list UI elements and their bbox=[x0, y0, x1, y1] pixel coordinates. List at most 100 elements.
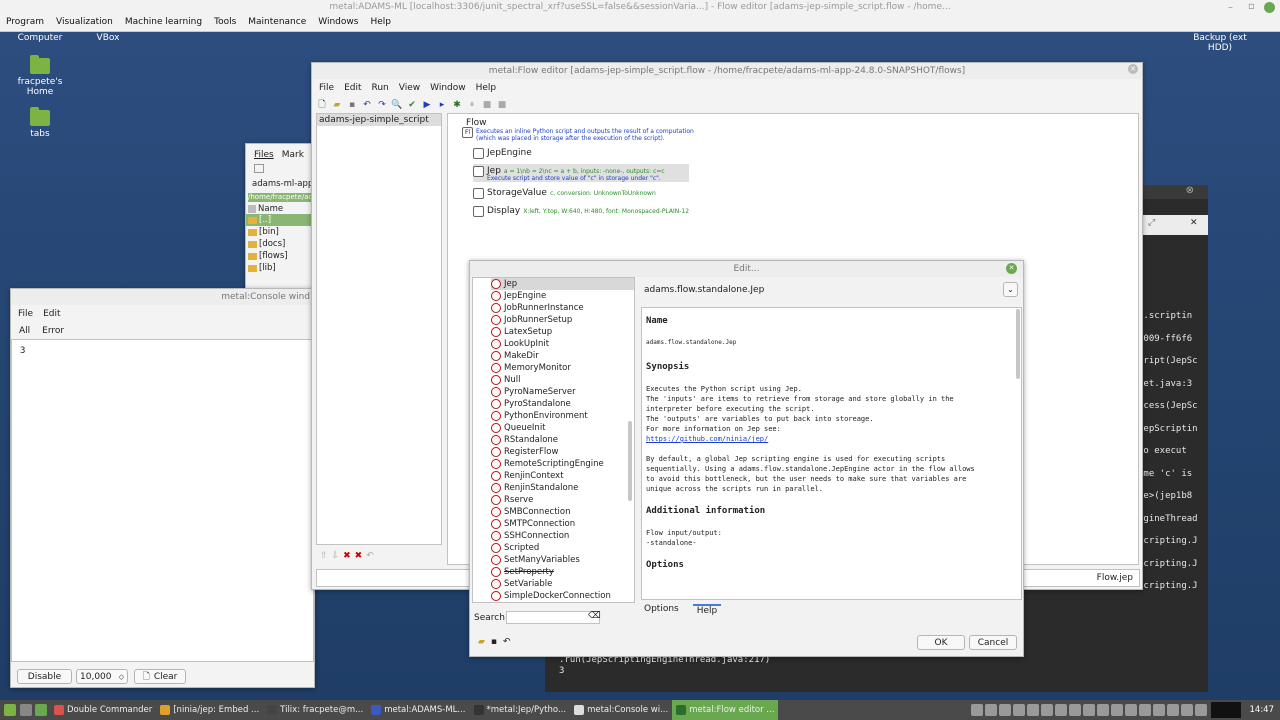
actor-list-item[interactable]: RenjinContext bbox=[491, 470, 634, 482]
file-list-item[interactable]: [..] bbox=[246, 214, 314, 226]
actor-list-item[interactable]: SetManyVariables bbox=[491, 554, 634, 566]
actor-list-item[interactable]: PythonEnvironment bbox=[491, 410, 634, 422]
undo-icon[interactable]: ↶ bbox=[366, 551, 374, 561]
tab-mark[interactable]: Mark bbox=[282, 150, 304, 160]
console-menu-file[interactable]: File bbox=[13, 309, 38, 319]
open-folder-icon[interactable]: ▰ bbox=[331, 99, 343, 111]
clear-button[interactable]: 🗋 Clear bbox=[134, 669, 186, 684]
tab-all[interactable]: All bbox=[19, 326, 30, 340]
screen-preview[interactable] bbox=[1210, 702, 1241, 718]
disk-icon[interactable] bbox=[254, 164, 264, 173]
run-icon[interactable]: ▶ bbox=[421, 99, 433, 111]
close-icon[interactable]: ⊗ bbox=[1186, 185, 1194, 196]
actor-list-item[interactable]: LatexSetup bbox=[491, 326, 634, 338]
actor-list-item[interactable]: RemoteScriptingEngine bbox=[491, 458, 634, 470]
run-selected-icon[interactable]: ▸ bbox=[436, 99, 448, 111]
actor-list-item[interactable]: SSHConnection bbox=[491, 530, 634, 542]
zoom-icon[interactable]: 🔍 bbox=[391, 99, 403, 111]
main-menu-help[interactable]: Help bbox=[364, 17, 397, 27]
search-input[interactable] bbox=[506, 611, 600, 624]
name-column-header[interactable]: Name bbox=[248, 204, 314, 214]
sync-icon[interactable] bbox=[1138, 704, 1151, 716]
actor-list-item[interactable]: Scripted bbox=[491, 542, 634, 554]
tab-error[interactable]: Error bbox=[42, 326, 64, 340]
move-down-icon[interactable]: ⇩ bbox=[332, 551, 340, 561]
remove-all-icon[interactable]: ✖ bbox=[355, 551, 363, 561]
flow-menu-view[interactable]: View bbox=[394, 83, 425, 93]
start-menu-icon[interactable] bbox=[4, 704, 16, 716]
actor-list-item[interactable]: LookUpInit bbox=[491, 338, 634, 350]
close-icon[interactable]: ✕ bbox=[1190, 218, 1198, 228]
file-list-item[interactable]: [lib] bbox=[246, 262, 314, 274]
taskbar-task[interactable]: metal:Flow editor ... bbox=[672, 700, 779, 720]
undo-icon[interactable]: ↶ bbox=[503, 637, 511, 647]
music-icon[interactable] bbox=[1110, 704, 1123, 716]
main-menu-machine-learning[interactable]: Machine learning bbox=[119, 17, 208, 27]
actor-list[interactable]: Jep JepEngine JobRunnerInstance JobRunnerSe… bbox=[472, 277, 635, 603]
taskbar-task[interactable]: Tilix: fracpete@m... bbox=[263, 700, 367, 720]
flow-node-storagevalue[interactable]: StorageValue c, conversion: UnknownToUnkn… bbox=[473, 186, 689, 200]
taskbar-task[interactable]: metal:ADAMS-ML... bbox=[367, 700, 469, 720]
flow-node-display[interactable]: Display X:left, Y:top, W:640, H:480, font… bbox=[473, 204, 689, 218]
flow-menu-run[interactable]: Run bbox=[367, 83, 394, 93]
taskbar-task[interactable]: [ninia/jep: Embed ... bbox=[156, 700, 263, 720]
main-menu-visualization[interactable]: Visualization bbox=[50, 17, 119, 27]
actor-list-item[interactable]: RegisterFlow bbox=[491, 446, 634, 458]
actor-list-item[interactable]: JobRunnerInstance bbox=[491, 302, 634, 314]
actor-list-scrollbar[interactable] bbox=[628, 421, 632, 501]
kill-icon[interactable]: ■ bbox=[496, 99, 508, 111]
move-up-icon[interactable]: ⇧ bbox=[320, 551, 328, 561]
file-list-item[interactable]: [docs] bbox=[246, 238, 314, 250]
tab-adams-jep-simple-script[interactable]: adams-jep-simple_script bbox=[317, 114, 441, 126]
bluetooth-icon[interactable] bbox=[1054, 704, 1067, 716]
file-list-item[interactable]: [flows] bbox=[246, 250, 314, 262]
actor-list-item[interactable]: SetVariable bbox=[491, 578, 634, 590]
file-list-item[interactable]: [bin] bbox=[246, 226, 314, 238]
taskbar-task[interactable]: Double Commander bbox=[50, 700, 156, 720]
actor-list-item[interactable]: RenjinStandalone bbox=[491, 482, 634, 494]
user-icon[interactable] bbox=[1096, 704, 1109, 716]
workspace-3-icon[interactable] bbox=[1180, 704, 1193, 716]
redo-icon[interactable]: ↷ bbox=[376, 99, 388, 111]
path-field[interactable]: /home/fracpete/ad bbox=[248, 193, 314, 202]
close-icon[interactable]: ✕ bbox=[1006, 263, 1017, 274]
actor-list-item[interactable]: SimpleDockerConnection bbox=[491, 590, 634, 602]
flow-node-jepengine[interactable]: JepEngine bbox=[473, 146, 689, 160]
open-folder-icon[interactable]: ▰ bbox=[478, 637, 485, 647]
save-icon[interactable]: ▪ bbox=[491, 637, 497, 647]
close-icon[interactable]: ✕ bbox=[1128, 64, 1138, 74]
clear-search-icon[interactable]: ⌫ bbox=[588, 611, 601, 621]
actor-list-item[interactable]: Null bbox=[491, 374, 634, 386]
pause-icon[interactable]: ⏸ bbox=[466, 99, 478, 111]
actor-list-item[interactable]: MemoryMonitor bbox=[491, 362, 634, 374]
workspace-1-icon[interactable] bbox=[1152, 704, 1165, 716]
actor-list-item[interactable]: MakeDir bbox=[491, 350, 634, 362]
actor-list-item[interactable]: Jep bbox=[491, 278, 634, 290]
update-icon[interactable] bbox=[1026, 704, 1039, 716]
vpn-icon[interactable] bbox=[1082, 704, 1095, 716]
close-icon[interactable] bbox=[1264, 2, 1275, 13]
jep-github-link[interactable]: https://github.com/ninia/jep/ bbox=[646, 434, 1017, 444]
actor-list-item[interactable]: SetProperty bbox=[491, 566, 634, 578]
main-menu-program[interactable]: Program bbox=[0, 17, 50, 27]
buffer-size-spinner[interactable]: 10,000 ◇ bbox=[76, 669, 128, 684]
minimize-icon[interactable]: – bbox=[1228, 2, 1233, 13]
chevron-down-icon[interactable]: ⌄ bbox=[1003, 282, 1018, 297]
remove-icon[interactable]: ✖ bbox=[343, 551, 351, 561]
undo-icon[interactable]: ↶ bbox=[361, 99, 373, 111]
cancel-button[interactable]: Cancel bbox=[969, 635, 1017, 650]
main-menu-windows[interactable]: Windows bbox=[312, 17, 364, 27]
actor-list-item[interactable]: SMTPConnection bbox=[491, 518, 634, 530]
file-manager-launcher-icon[interactable] bbox=[35, 704, 47, 716]
tab-help[interactable]: Help bbox=[692, 604, 722, 616]
taskbar-task[interactable]: *metal:Jep/Pytho... bbox=[470, 700, 571, 720]
flow-menu-edit[interactable]: Edit bbox=[339, 83, 366, 93]
actor-list-item[interactable]: QueueInit bbox=[491, 422, 634, 434]
volume-icon[interactable] bbox=[970, 704, 983, 716]
actor-list-item[interactable]: PyroNameServer bbox=[491, 386, 634, 398]
main-menu-maintenance[interactable]: Maintenance bbox=[242, 17, 312, 27]
maximize-icon[interactable]: ⤢ bbox=[1148, 218, 1155, 228]
desktop-home-icon[interactable]: fracpete's Home bbox=[10, 55, 70, 97]
clipboard-icon[interactable] bbox=[1012, 704, 1025, 716]
show-desktop-icon[interactable] bbox=[20, 704, 32, 716]
